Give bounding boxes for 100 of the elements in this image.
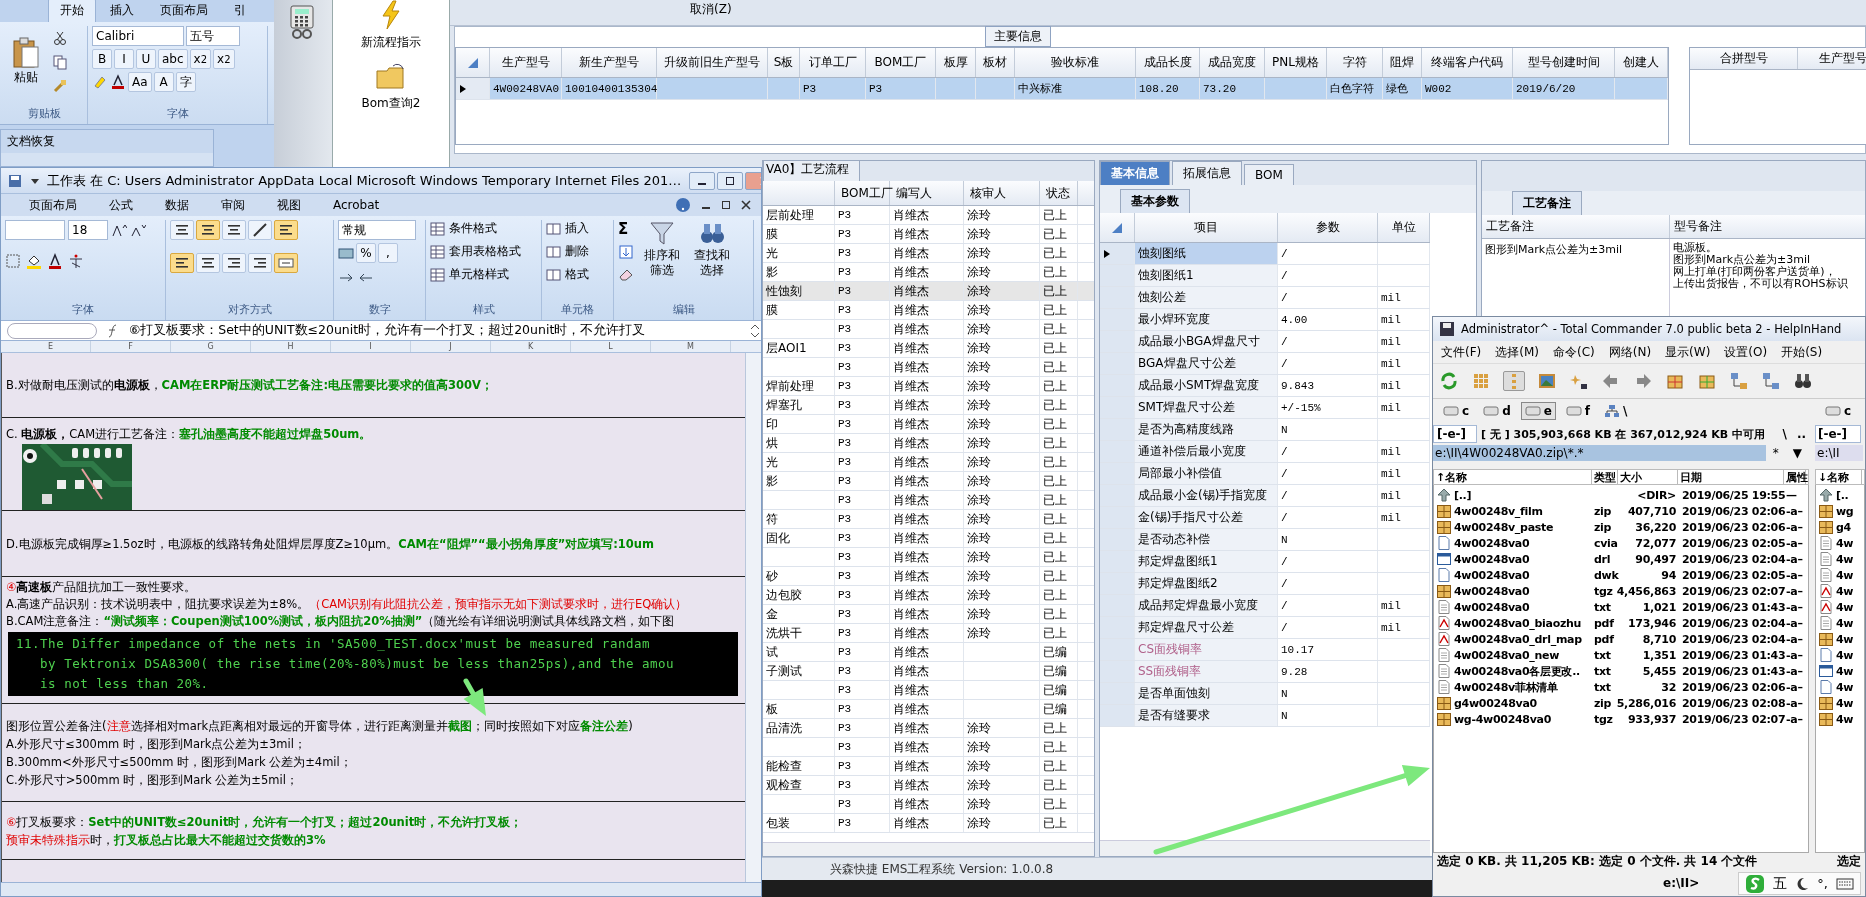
style-button[interactable]: Aa <box>128 72 152 92</box>
table-row[interactable]: 4W00248VA0 10010400135304 P3 P3 中兴标准 108.20 73.20 白色字符 绿色 W002 2019/6/20 <box>456 78 1668 100</box>
scroll-arrows-icon[interactable] <box>749 322 761 339</box>
path-button[interactable]: .. <box>1793 427 1809 441</box>
file-name[interactable]: 4w <box>1816 663 1862 679</box>
menu-item[interactable]: 文件(F) <box>1441 343 1482 361</box>
table-cell[interactable]: 成品最小金(锡)手指宽度 <box>1135 485 1278 506</box>
file-name[interactable]: 4w <box>1816 567 1862 583</box>
network-drive-button[interactable]: \ <box>1600 402 1632 420</box>
table-cell[interactable]: 蚀刻图纸 <box>1135 243 1278 264</box>
path-field[interactable]: e:\II <box>1815 445 1863 461</box>
table-row[interactable]: 光 P3 肖维杰 涂玲 已上 <box>763 244 1094 263</box>
column-header[interactable]: 参数 <box>1278 213 1378 242</box>
ime-mode[interactable]: 五 <box>1773 874 1788 893</box>
style-button[interactable]: 字 <box>175 72 196 92</box>
file-name[interactable]: 4w00248v_film <box>1434 503 1592 519</box>
table-row[interactable]: 成品邦定焊盘最小宽度 / mil <box>1100 595 1430 617</box>
column-header[interactable]: I <box>331 341 411 352</box>
table-row[interactable]: 焊塞孔 P3 肖维杰 涂玲 已上 <box>763 396 1094 415</box>
file-name[interactable]: 4w <box>1816 631 1862 647</box>
table-row[interactable]: 观检查 P3 肖维杰 涂玲 已上 <box>763 776 1094 795</box>
table-cell[interactable]: 金(锡)手指尺寸公差 <box>1135 507 1278 528</box>
cell-menu-button[interactable]: 插入 <box>546 220 609 237</box>
number-button[interactable]: % <box>356 243 376 263</box>
fill-down-icon[interactable] <box>618 244 634 260</box>
table-row[interactable]: 蚀刻公差 / mil <box>1100 287 1430 309</box>
package-icon[interactable] <box>1818 519 1834 535</box>
restore-icon[interactable] <box>721 200 731 210</box>
column-header[interactable]: 升级前旧生产型号 <box>657 48 768 77</box>
file-name[interactable]: [.. <box>1816 487 1862 503</box>
column-header[interactable]: 订单工厂 <box>800 48 866 77</box>
network-icon[interactable] <box>1761 371 1781 391</box>
table-row[interactable]: 是否动态补偿 N <box>1100 529 1430 551</box>
table-row[interactable]: 试 P3 肖维杰 已编 <box>763 643 1094 662</box>
scissors-icon[interactable] <box>52 30 68 46</box>
table-cell[interactable]: 邦定焊盘图纸1 <box>1135 551 1278 572</box>
table-row[interactable]: 成品最小SMT焊盘宽度 9.843 mil <box>1100 375 1430 397</box>
ribbon-tab[interactable]: Acrobat <box>333 198 380 212</box>
table-row[interactable]: 层前处理 P3 肖维杰 涂玲 已上 <box>763 206 1094 225</box>
table-cell[interactable]: 局部最小补偿值 <box>1135 463 1278 484</box>
menu-item[interactable]: 开始(S) <box>1781 343 1823 361</box>
text-file-icon[interactable] <box>1818 551 1834 567</box>
network-icon[interactable] <box>1729 371 1749 391</box>
table-row[interactable]: 最小焊环宽度 4.00 mil <box>1100 309 1430 331</box>
file-name[interactable]: 4w <box>1816 583 1862 599</box>
column-header[interactable]: G <box>171 341 251 352</box>
window-file-icon[interactable] <box>1436 551 1452 567</box>
table-row[interactable]: 符 P3 肖维杰 涂玲 已上 <box>763 510 1094 529</box>
file-name[interactable]: 4w <box>1816 647 1862 663</box>
restore-icon[interactable] <box>725 175 736 186</box>
file-name[interactable]: 4w <box>1816 711 1862 727</box>
cancel-button[interactable]: 取消(Z) <box>690 1 732 18</box>
table-row[interactable]: 蚀刻图纸1 / <box>1100 265 1430 287</box>
table-row[interactable]: 成品最小BGA焊盘尺寸 / mil <box>1100 331 1430 353</box>
column-header[interactable]: 生产型号 <box>490 48 562 77</box>
text-file-icon[interactable] <box>1436 663 1452 679</box>
column-header[interactable]: 单位 <box>1378 213 1430 242</box>
text-file-icon[interactable] <box>1436 599 1452 615</box>
file-name[interactable]: 4w00248va0_biaozhu <box>1434 615 1592 631</box>
style-button[interactable]: A <box>153 72 174 92</box>
panel-tab[interactable]: 基本信息 <box>1100 161 1170 185</box>
border-icon[interactable] <box>5 253 21 269</box>
format-button[interactable]: B <box>92 49 112 69</box>
font-shrink-icon[interactable] <box>130 222 146 238</box>
path-button[interactable]: * <box>1765 446 1786 460</box>
file-name[interactable]: 4w <box>1816 551 1862 567</box>
table-cell[interactable]: SS面残铜率 <box>1135 661 1278 682</box>
column-header[interactable]: 型号创建时间 <box>1513 48 1615 77</box>
font-size-field[interactable]: 18 <box>68 220 108 240</box>
column-header[interactable]: 成品长度 <box>1136 48 1200 77</box>
panel-tab[interactable]: BOM <box>1244 164 1294 185</box>
column-header[interactable]: 板厚 <box>936 48 976 77</box>
moon-icon[interactable] <box>1795 876 1810 891</box>
menu-item[interactable]: 网络(N) <box>1608 343 1652 361</box>
menu-item[interactable]: 命令(C) <box>1553 343 1595 361</box>
cells-icon[interactable] <box>546 220 562 237</box>
text-file-icon[interactable] <box>1436 679 1452 695</box>
file-icon[interactable] <box>1818 679 1834 695</box>
drive-button[interactable]: f <box>1561 402 1595 420</box>
table-row[interactable]: 是否有缝要求 N <box>1100 705 1430 727</box>
file-name[interactable]: 4w00248va0 <box>1434 583 1592 599</box>
find-select-button[interactable]: 查找和选择 <box>690 220 734 278</box>
file-name[interactable]: 4w <box>1816 695 1862 711</box>
network-icon[interactable] <box>1604 404 1621 418</box>
table-row[interactable]: P3 肖维杰 涂玲 已上 <box>763 491 1094 510</box>
package-icon[interactable] <box>1818 631 1834 647</box>
picture-icon[interactable] <box>1537 371 1557 391</box>
table-style-icon[interactable] <box>430 220 446 237</box>
row-header[interactable] <box>456 78 490 99</box>
drive-button[interactable]: c <box>1821 402 1856 420</box>
save-icon[interactable] <box>7 172 23 189</box>
table-row[interactable]: 边包胶 P3 肖维杰 涂玲 已上 <box>763 586 1094 605</box>
ribbon-tab[interactable]: 视图 <box>277 196 301 214</box>
file-name[interactable]: wg <box>1816 503 1862 519</box>
drive-icon[interactable] <box>1524 406 1541 416</box>
table-cell[interactable]: SMT焊盘尺寸公差 <box>1135 397 1278 418</box>
file-name[interactable]: [..] <box>1434 487 1592 503</box>
text-file-icon[interactable] <box>1818 567 1834 583</box>
table-cell[interactable]: CS面残铜率 <box>1135 639 1278 660</box>
font-grow-icon[interactable] <box>111 222 127 238</box>
